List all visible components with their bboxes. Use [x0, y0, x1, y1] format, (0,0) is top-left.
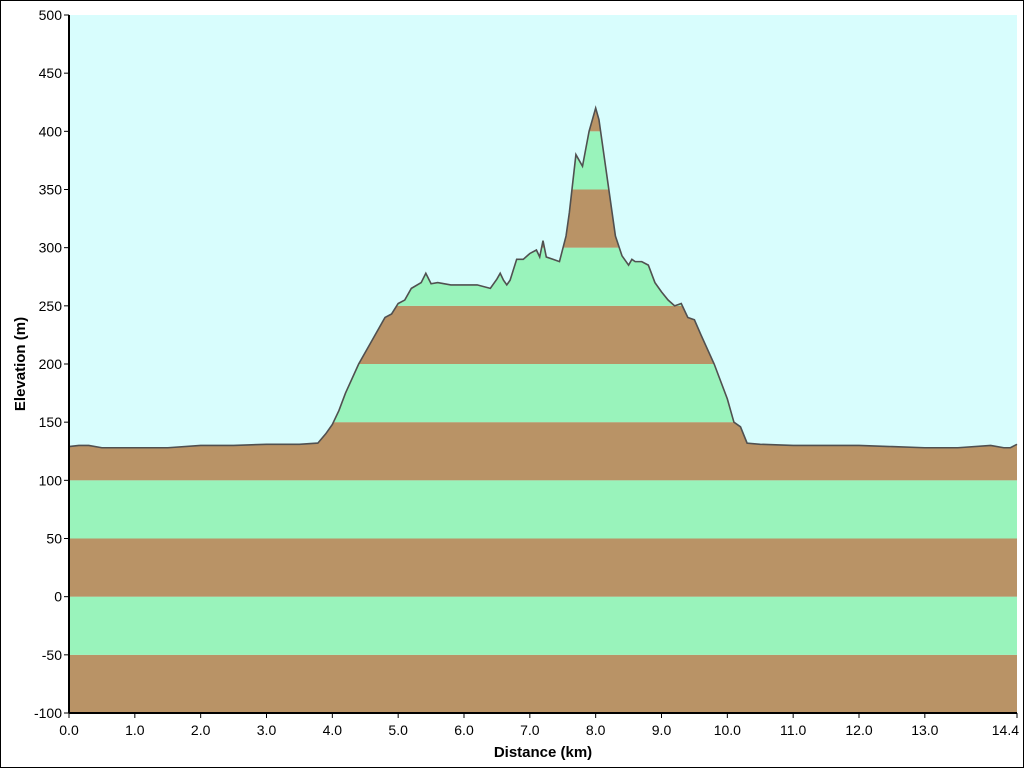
y-tick-label: 400 — [39, 123, 63, 139]
x-tick-label: 2.0 — [191, 722, 211, 738]
elevation-profile-chart: -100 -50 0 50 100 150 200 250 300 350 400 450 500 0.0… — [12, 7, 1019, 761]
x-tick-label: 12.0 — [845, 722, 872, 738]
x-tick-label: 8.0 — [586, 722, 606, 738]
y-tick-label: 100 — [39, 472, 63, 488]
y-tick-label: 150 — [39, 414, 63, 430]
chart-frame: -100 -50 0 50 100 150 200 250 300 350 400 450 500 0.0… — [0, 0, 1024, 768]
elevation-band — [69, 480, 1017, 539]
y-tick-label: 500 — [39, 7, 63, 23]
x-tick-label: 11.0 — [780, 722, 806, 738]
x-tick-label: 1.0 — [125, 722, 145, 738]
x-tick-label: 9.0 — [652, 722, 672, 738]
x-tick-label: 6.0 — [454, 722, 474, 738]
x-tick-label: 5.0 — [388, 722, 408, 738]
elevation-band — [69, 538, 1017, 597]
y-tick-label: 200 — [39, 356, 63, 372]
x-tick-label: 3.0 — [257, 722, 277, 738]
x-tick-label: 14.4 — [992, 722, 1019, 738]
elevation-band — [69, 596, 1017, 655]
y-axis-title: Elevation (m) — [12, 317, 29, 411]
y-tick-label: -50 — [42, 647, 62, 663]
y-tick-label: 350 — [39, 182, 63, 198]
y-tick-label: 0 — [54, 589, 62, 605]
y-tick-label: 300 — [39, 240, 63, 256]
x-tick-label: 10.0 — [714, 722, 741, 738]
x-tick-label: 0.0 — [59, 722, 79, 738]
x-tick-label: 4.0 — [323, 722, 343, 738]
elevation-band — [69, 654, 1017, 713]
y-tick-label: 50 — [46, 531, 62, 547]
x-tick-label: 7.0 — [520, 722, 540, 738]
y-tick-label: -100 — [34, 705, 62, 721]
y-tick-label: 250 — [39, 298, 63, 314]
x-tick-label: 13.0 — [911, 722, 938, 738]
y-tick-label: 450 — [39, 65, 63, 81]
x-axis-title: Distance (km) — [494, 744, 592, 761]
